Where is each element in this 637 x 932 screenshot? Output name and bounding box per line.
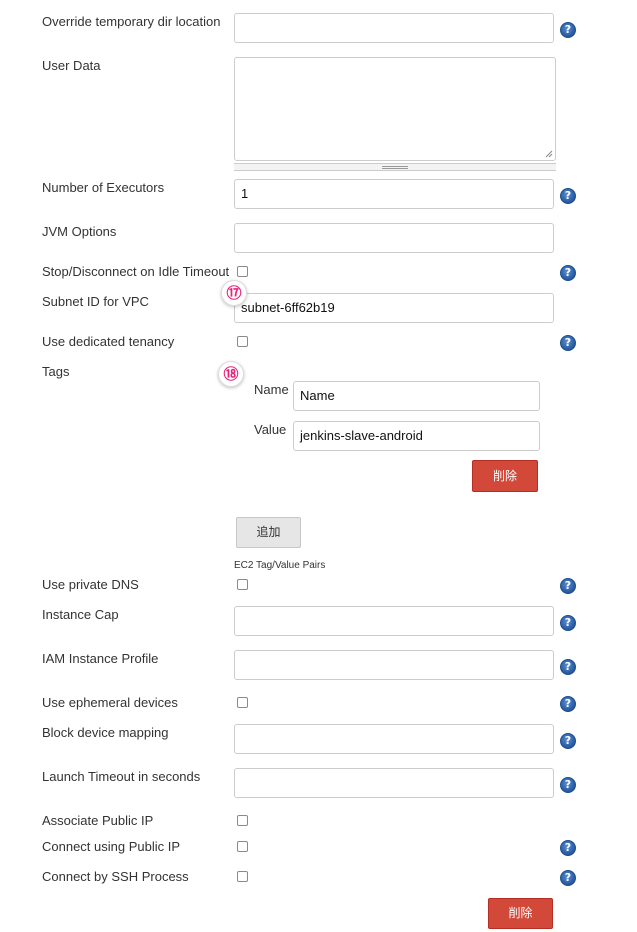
launch-timeout-label: Launch Timeout in seconds xyxy=(42,769,201,784)
instance-cap-label: Instance Cap xyxy=(42,607,119,622)
ephemeral-devices-label: Use ephemeral devices xyxy=(42,695,178,710)
iam-profile-label: IAM Instance Profile xyxy=(42,651,159,666)
callout-18-badge: ⑱ xyxy=(218,361,244,387)
dedicated-tenancy-label: Use dedicated tenancy xyxy=(42,334,175,349)
override-temp-dir-input[interactable] xyxy=(234,13,554,43)
callout-17-badge: ⑰ xyxy=(221,280,247,306)
user-data-resize-splitter[interactable] xyxy=(234,163,556,171)
help-icon[interactable]: ? xyxy=(560,870,576,886)
connect-ssh-process-checkbox[interactable] xyxy=(237,871,248,882)
help-icon[interactable]: ? xyxy=(560,265,576,281)
stop-disconnect-idle-label: Stop/Disconnect on Idle Timeout xyxy=(42,264,230,279)
splitter-grip-icon xyxy=(382,166,408,169)
help-icon[interactable]: ? xyxy=(560,777,576,793)
block-device-mapping-input[interactable] xyxy=(234,724,554,754)
instance-cap-input[interactable] xyxy=(234,606,554,636)
user-data-textarea[interactable] xyxy=(234,57,556,161)
subnet-id-input[interactable]: subnet-6ff62b19 xyxy=(234,293,554,323)
override-temp-dir-label: Override temporary dir location xyxy=(42,14,221,29)
jvm-options-label: JVM Options xyxy=(42,224,117,239)
connect-public-ip-checkbox[interactable] xyxy=(237,841,248,852)
number-of-executors-label: Number of Executors xyxy=(42,180,165,195)
help-icon[interactable]: ? xyxy=(560,840,576,856)
help-icon[interactable]: ? xyxy=(560,615,576,631)
private-dns-checkbox[interactable] xyxy=(237,579,248,590)
add-tag-button[interactable]: 追加 xyxy=(236,517,301,548)
help-icon[interactable]: ? xyxy=(560,696,576,712)
connect-ssh-process-label: Connect by SSH Process xyxy=(42,869,189,884)
help-icon[interactable]: ? xyxy=(560,733,576,749)
help-icon[interactable]: ? xyxy=(560,188,576,204)
tag-name-label: Name xyxy=(254,382,289,397)
associate-public-ip-label: Associate Public IP xyxy=(42,813,154,828)
tag-value-input[interactable]: jenkins-slave-android xyxy=(293,421,540,451)
tag-name-input[interactable]: Name xyxy=(293,381,540,411)
number-of-executors-input[interactable]: 1 xyxy=(234,179,554,209)
jvm-options-input[interactable] xyxy=(234,223,554,253)
block-device-mapping-label: Block device mapping xyxy=(42,725,169,740)
tag-value-label: Value xyxy=(254,422,287,437)
tags-hint-text: EC2 Tag/Value Pairs xyxy=(234,560,326,571)
stop-disconnect-idle-checkbox[interactable] xyxy=(237,266,248,277)
associate-public-ip-checkbox[interactable] xyxy=(237,815,248,826)
private-dns-label: Use private DNS xyxy=(42,577,139,592)
tags-label: Tags xyxy=(42,364,70,379)
help-icon[interactable]: ? xyxy=(560,578,576,594)
subnet-id-label: Subnet ID for VPC xyxy=(42,294,149,309)
connect-public-ip-label: Connect using Public IP xyxy=(42,839,181,854)
launch-timeout-input[interactable] xyxy=(234,768,554,798)
help-icon[interactable]: ? xyxy=(560,22,576,38)
help-icon[interactable]: ? xyxy=(560,335,576,351)
tag-delete-button[interactable]: 削除 xyxy=(472,460,538,492)
delete-button[interactable]: 削除 xyxy=(488,898,553,929)
iam-profile-input[interactable] xyxy=(234,650,554,680)
user-data-label: User Data xyxy=(42,58,101,73)
dedicated-tenancy-checkbox[interactable] xyxy=(237,336,248,347)
resize-grip-icon[interactable] xyxy=(545,150,553,158)
ephemeral-devices-checkbox[interactable] xyxy=(237,697,248,708)
help-icon[interactable]: ? xyxy=(560,659,576,675)
